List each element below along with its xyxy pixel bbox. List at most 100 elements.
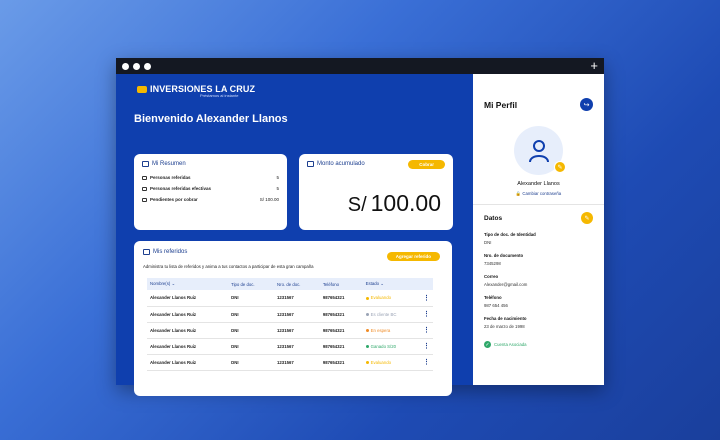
cell-doc-type: DNI xyxy=(228,354,275,371)
row-menu-icon[interactable]: ⋮ xyxy=(420,290,433,307)
table-row: Alexander Llanos Ruiz DNI 1231567 987654321… xyxy=(147,306,433,323)
cell-doc-num: 1231567 xyxy=(274,290,320,307)
app-window: + INVERSIONES LA CRUZ Préstamos al insta… xyxy=(116,58,604,396)
cell-name: Alexander Llanos Ruiz xyxy=(147,338,229,355)
resumen-title: Mi Resumen xyxy=(152,161,186,167)
brand-tagline: Préstamos al instante xyxy=(200,93,239,98)
chevron-down-icon: ⌄ xyxy=(380,281,384,286)
monto-title: Monto acumulado xyxy=(317,161,365,167)
welcome-heading: Bienvenido Alexander Llanos xyxy=(134,113,288,125)
logo-icon xyxy=(137,85,147,93)
status-label: Es cliente BC xyxy=(370,311,397,317)
table-row: Alexander Llanos Ruiz DNI 1231567 987654321… xyxy=(147,354,433,371)
cell-status: Evaluando xyxy=(362,354,420,371)
field-value: 987 654 456 xyxy=(484,303,508,308)
window-control-close[interactable] xyxy=(122,62,129,70)
column-header-estado[interactable]: Estado ⌄ xyxy=(363,278,420,290)
logout-icon[interactable]: ↪ xyxy=(580,98,593,111)
document-icon xyxy=(142,161,149,167)
cell-doc-type: DNI xyxy=(228,338,275,355)
cell-doc-type: DNI xyxy=(228,290,275,307)
row-menu-icon[interactable]: ⋮ xyxy=(420,354,433,371)
calendar-icon xyxy=(142,197,147,202)
resumen-row: Personas referidas efectivas 5 xyxy=(142,186,279,191)
status-label: Evaluando xyxy=(370,359,391,365)
resumen-value: 5 xyxy=(276,186,279,191)
cell-phone: 987654321 xyxy=(319,354,363,371)
cell-doc-type: DNI xyxy=(228,322,275,339)
new-tab-button[interactable]: + xyxy=(590,59,598,72)
window-control-maximize[interactable] xyxy=(144,62,151,70)
table-row: Alexander Llanos Ruiz DNI 1231567 987654321… xyxy=(147,322,433,339)
cell-name: Alexander Llanos Ruiz xyxy=(147,290,229,307)
cell-name: Alexander Llanos Ruiz xyxy=(147,306,229,323)
resumen-value: 5 xyxy=(276,175,279,180)
field-label: Tipo de doc. de Identidad xyxy=(484,232,536,237)
cell-doc-num: 1231567 xyxy=(274,322,320,339)
resumen-row: Personas referidas 5 xyxy=(142,175,279,180)
status-dot-icon xyxy=(365,296,369,300)
perfil-title: Mi Perfil xyxy=(484,99,518,110)
divider xyxy=(473,204,604,205)
table-row: Alexander Llanos Ruiz DNI 1231567 987654321… xyxy=(147,338,433,355)
row-menu-icon[interactable]: ⋮ xyxy=(420,306,433,323)
cell-doc-type: DNI xyxy=(228,306,275,323)
column-header-telefono: Teléfono xyxy=(322,281,340,287)
cell-status: Ganado S/20 xyxy=(362,338,420,355)
status-dot-icon xyxy=(365,328,369,332)
field-label: Teléfono xyxy=(484,295,502,300)
row-menu-icon[interactable]: ⋮ xyxy=(420,338,433,355)
field-value: DNI xyxy=(484,240,492,245)
cell-status: Evaluando xyxy=(362,290,420,307)
cell-phone: 987654321 xyxy=(319,290,363,307)
cobrar-button[interactable]: Cobrar xyxy=(408,160,445,169)
change-password-link[interactable]: 🔒 Cambiar contraseña xyxy=(484,191,593,197)
amount-value: 100.00 xyxy=(370,190,441,216)
check-icon: ✓ xyxy=(484,341,491,348)
profile-panel: Mi Perfil ↪ ✎ Alexander Llanos 🔒 Cambiar… xyxy=(473,74,604,385)
cell-doc-num: 1231567 xyxy=(274,338,320,355)
row-menu-icon[interactable]: ⋮ xyxy=(420,322,433,339)
cell-status: En espera xyxy=(362,322,420,339)
field-label: Nro. de documento xyxy=(484,253,524,258)
main-panel: INVERSIONES LA CRUZ Préstamos al instant… xyxy=(116,74,473,396)
edit-datos-icon[interactable]: ✎ xyxy=(581,212,593,224)
people-icon xyxy=(142,175,147,180)
cell-doc-num: 1231567 xyxy=(274,354,320,371)
cell-name: Alexander Llanos Ruiz xyxy=(147,322,229,339)
status-label: Ganado S/20 xyxy=(370,343,396,349)
lock-icon: 🔒 xyxy=(515,191,522,196)
avatar: ✎ xyxy=(514,126,566,175)
monto-card: Monto acumulado Cobrar S/100.00 xyxy=(299,154,453,230)
window-control-minimize[interactable] xyxy=(133,62,140,70)
monto-amount: S/100.00 xyxy=(348,190,441,217)
cell-status: Es cliente BC xyxy=(362,306,420,323)
column-header-nro-doc: Nro. de doc. xyxy=(277,281,301,287)
referidos-description: Administra tu lista de referidos y anima… xyxy=(143,264,314,269)
field-label: Correo xyxy=(484,274,499,279)
referidos-card: Mis referidos Agregar referido Administr… xyxy=(134,241,452,396)
referidos-title: Mis referidos xyxy=(153,249,188,255)
user-icon xyxy=(528,139,549,162)
referidos-table: Nombre(s) ⌄ Tipo de doc. Nro. de doc. Te… xyxy=(147,278,433,371)
cell-phone: 987654321 xyxy=(319,306,363,323)
field-label: Fecha de nacimiento xyxy=(484,316,527,321)
status-label: En espera xyxy=(370,327,391,333)
field-value: 7345298 xyxy=(484,261,501,266)
table-row: Alexander Llanos Ruiz DNI 1231567 987654321… xyxy=(147,290,433,307)
wallet-icon xyxy=(307,161,314,167)
resumen-card: Mi Resumen Personas referidas 5 Personas… xyxy=(134,154,287,230)
status-label: Evaluando xyxy=(370,295,391,301)
cell-phone: 987654321 xyxy=(319,322,363,339)
agregar-referido-button[interactable]: Agregar referido xyxy=(386,252,440,261)
resumen-label: Pendientes por cobrar xyxy=(150,197,198,202)
user-name: Alexander Llanos xyxy=(517,181,560,187)
window-titlebar: + xyxy=(116,58,604,74)
status-dot-icon xyxy=(365,344,369,348)
edit-avatar-icon[interactable]: ✎ xyxy=(554,161,566,173)
field-value: Alexander@gmail.com xyxy=(484,282,528,287)
column-header-nombre[interactable]: Nombre(s) ⌄ xyxy=(147,278,228,290)
status-dot-icon xyxy=(365,360,369,364)
chevron-down-icon: ⌄ xyxy=(171,281,176,286)
field-value: 23 de marzo de 1998 xyxy=(484,324,525,329)
